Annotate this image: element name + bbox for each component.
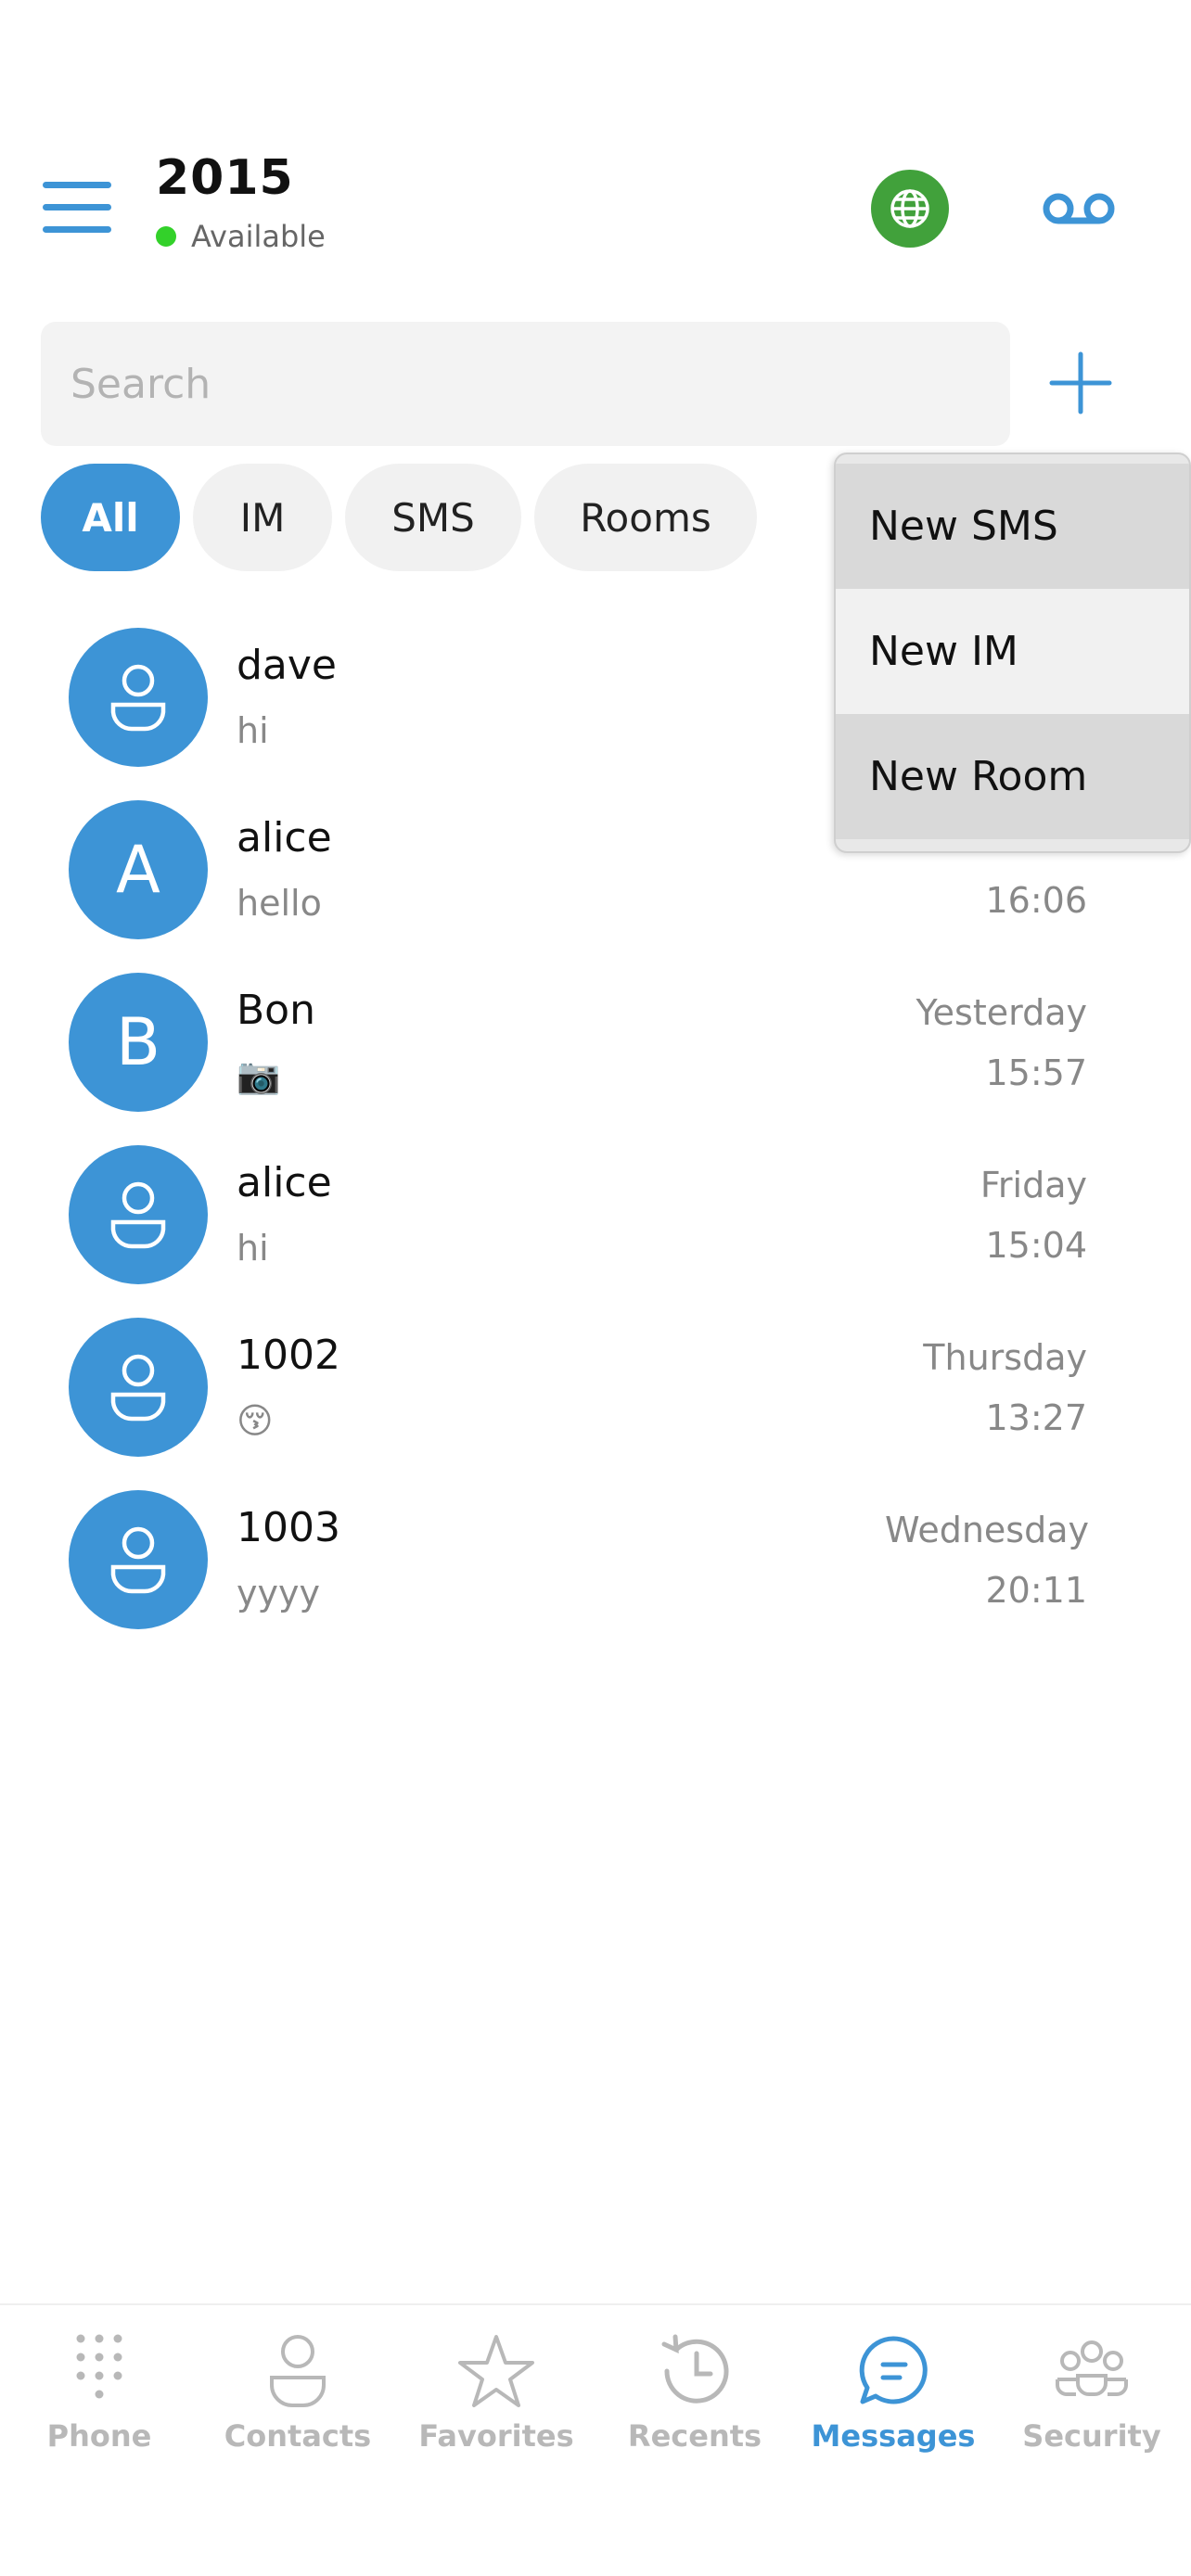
message-preview: hello [237, 883, 322, 924]
status-dot [156, 226, 176, 247]
contact-name: 1003 [237, 1504, 340, 1551]
message-preview: yyyy [237, 1573, 320, 1613]
message-preview: hi [237, 710, 269, 751]
message-time: 13:27 [985, 1397, 1087, 1438]
contacts-icon [270, 2335, 326, 2407]
star-icon [458, 2335, 534, 2407]
menu-icon[interactable] [43, 182, 111, 234]
globe-button[interactable] [871, 170, 949, 248]
chat-bubble-icon [859, 2336, 928, 2404]
dialpad-icon [76, 2334, 122, 2399]
conversation-row[interactable]: B Bon 📷 Yesterday 15:57 [0, 959, 1191, 1131]
nav-favorites[interactable]: Favorites [397, 2329, 596, 2487]
nav-label: Phone [46, 2418, 152, 2454]
menu-item-new-im[interactable]: New IM [836, 589, 1189, 714]
contact-name: alice [237, 814, 332, 861]
filter-all[interactable]: All [41, 464, 180, 571]
voicemail-button[interactable] [1037, 176, 1121, 241]
menu-item-new-sms[interactable]: New SMS [836, 464, 1189, 589]
message-preview: hi [237, 1228, 269, 1269]
contact-name: Bon [237, 987, 315, 1034]
person-icon [110, 1354, 166, 1422]
person-icon [110, 1181, 166, 1249]
nav-label: Messages [811, 2418, 976, 2454]
nav-messages[interactable]: Messages [794, 2329, 992, 2487]
search-input[interactable] [41, 322, 1010, 446]
nav-label: Recents [627, 2418, 762, 2454]
message-preview: 😚 [237, 1400, 274, 1441]
history-icon [661, 2334, 729, 2404]
contact-name: 1002 [237, 1332, 340, 1379]
contact-name: alice [237, 1159, 332, 1206]
avatar [69, 1490, 208, 1629]
nav-phone[interactable]: Phone [0, 2329, 198, 2487]
message-time: 20:11 [985, 1570, 1087, 1611]
group-icon [1056, 2340, 1128, 2396]
message-date: Friday [980, 1165, 1087, 1205]
nav-label: Security [1022, 2418, 1161, 2454]
nav-label: Contacts [224, 2418, 372, 2454]
conversation-row[interactable]: 1002 😚 Thursday 13:27 [0, 1304, 1191, 1476]
message-time: 15:57 [985, 1052, 1087, 1093]
conversation-row[interactable]: alice hi Friday 15:04 [0, 1131, 1191, 1304]
plus-icon [1049, 351, 1112, 414]
avatar [69, 1145, 208, 1284]
avatar [69, 1318, 208, 1457]
globe-icon [890, 189, 929, 228]
voicemail-icon [1043, 193, 1115, 224]
message-date: Thursday [923, 1337, 1087, 1378]
nav-security[interactable]: Security [992, 2329, 1191, 2487]
nav-label: Favorites [418, 2418, 574, 2454]
message-time: 15:04 [985, 1225, 1087, 1266]
nav-contacts[interactable]: Contacts [198, 2329, 397, 2487]
presence-status[interactable]: Available [156, 219, 326, 254]
bottom-nav: Phone Contacts Favorites Recents Message… [0, 2303, 1191, 2576]
filter-rooms[interactable]: Rooms [534, 464, 757, 571]
new-conversation-menu: New SMS New IM New Room [834, 453, 1191, 853]
person-icon [110, 664, 166, 732]
message-preview: 📷 [237, 1055, 281, 1096]
message-date: Yesterday [916, 992, 1087, 1033]
avatar: A [69, 800, 208, 939]
status-label: Available [191, 219, 326, 254]
avatar: B [69, 973, 208, 1112]
new-conversation-button[interactable] [1046, 349, 1115, 417]
message-time: 16:06 [985, 880, 1087, 921]
nav-recents[interactable]: Recents [596, 2329, 794, 2487]
account-title: 2015 [156, 150, 294, 206]
filter-sms[interactable]: SMS [345, 464, 521, 571]
filter-im[interactable]: IM [193, 464, 332, 571]
conversation-row[interactable]: 1003 yyyy Wednesday 20:11 [0, 1476, 1191, 1649]
menu-item-new-room[interactable]: New Room [836, 714, 1189, 839]
avatar [69, 628, 208, 767]
message-date: Wednesday [884, 1510, 1089, 1550]
person-icon [110, 1526, 166, 1594]
contact-name: dave [237, 642, 338, 689]
